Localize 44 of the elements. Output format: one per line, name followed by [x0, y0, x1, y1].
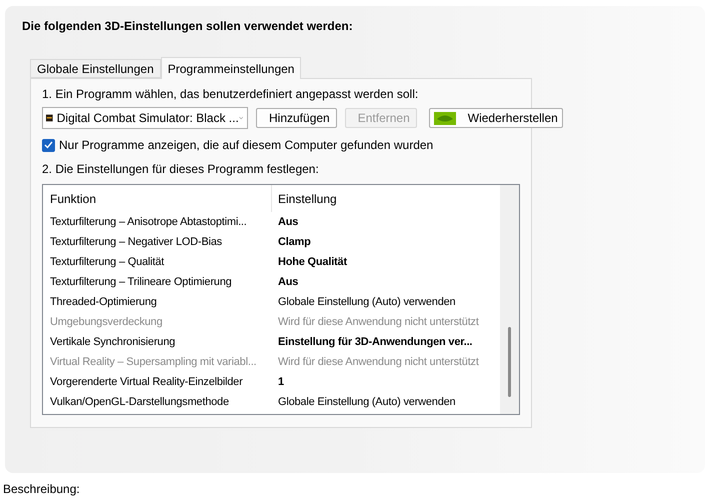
- step-label: 1. Ein Programm wählen, das benutzerdefiniert angepasst werden soll:: [42, 86, 420, 103]
- chevron-down-icon: [238, 115, 243, 121]
- column-header[interactable]: Funktion: [43, 185, 272, 212]
- column-header[interactable]: Einstellung: [272, 185, 500, 212]
- settings-row[interactable]: Vulkan/OpenGL-Darstellungsmethode Globale Einstellung (Auto) verwenden: [43, 392, 500, 412]
- table-cell-text: Virtual Reality – Supersampling mit variabl...: [49, 354, 258, 370]
- step-label: 2. Die Einstellungen für dieses Programm festlegen:: [42, 161, 320, 178]
- program-dropdown[interactable]: Digital Combat Simulator: Black ...: [42, 107, 248, 129]
- table-cell-text: Hohe Qualität: [277, 254, 348, 270]
- table-cell-text: Aus: [277, 214, 300, 230]
- description-label: Beschreibung:: [3, 481, 80, 498]
- section-heading: Die folgenden 3D-Einstellungen sollen verwendet werden:: [22, 18, 354, 35]
- table-cell-text: Texturfilterung – Anisotrope Abtastoptimi...: [49, 214, 248, 230]
- checkbox-label: Nur Programme anzeigen, die auf diesem Computer gefunden wurden: [59, 137, 434, 154]
- table-cell-text: Texturfilterung – Negativer LOD-Bias: [49, 234, 223, 250]
- table-cell-text: Vulkan/OpenGL-Darstellungsmethode: [49, 394, 230, 410]
- scrollbar[interactable]: [500, 185, 519, 414]
- eye-logo-icon: [434, 112, 456, 124]
- action-button[interactable]: Hinzufügen: [256, 108, 337, 128]
- table-cell-text: Globale Einstellung (Auto) verwenden: [277, 294, 456, 310]
- table-cell-text: Wird für diese Anwendung nicht unterstützt: [277, 354, 480, 370]
- tab[interactable]: Programmeinstellungen: [160, 57, 302, 79]
- table-cell-text: 1: [277, 374, 285, 390]
- settings-row[interactable]: Vertikale Synchronisierung Einstellung für 3D-Anwendungen ver...: [43, 332, 500, 352]
- settings-row[interactable]: Threaded-Optimierung Globale Einstellung (Auto) verwenden: [43, 292, 500, 312]
- table-cell-text: Clamp: [277, 234, 312, 250]
- table-cell-text: Vorgerenderte Virtual Reality-Einzelbilder: [49, 374, 244, 390]
- tab[interactable]: Globale Einstellungen: [30, 59, 161, 78]
- table-cell-text: Umgebungsverdeckung: [49, 314, 164, 330]
- table-cell-text: Einstellung für 3D-Anwendungen ver...: [277, 334, 474, 350]
- table-cell-text: Texturfilterung – Trilineare Optimierung: [49, 274, 233, 290]
- settings-row[interactable]: Texturfilterung – Anisotrope Abtastoptimi... Aus: [43, 212, 500, 232]
- settings-row[interactable]: Texturfilterung – Negativer LOD-Bias Clamp: [43, 232, 500, 252]
- table-cell-text: Vertikale Synchronisierung: [49, 334, 176, 350]
- table-cell-text: Texturfilterung – Qualität: [49, 254, 166, 270]
- checkbox[interactable]: [42, 138, 55, 152]
- table-cell-text: Threaded-Optimierung: [49, 294, 158, 310]
- table-cell-text: Globale Einstellung (Auto) verwenden: [277, 394, 456, 410]
- table-cell-text: Aus: [277, 274, 300, 290]
- settings-row[interactable]: Texturfilterung – Qualität Hohe Qualität: [43, 252, 500, 272]
- settings-row[interactable]: Vorgerenderte Virtual Reality-Einzelbilder 1: [43, 372, 500, 392]
- table-cell-text: Wird für diese Anwendung nicht unterstützt: [277, 314, 480, 330]
- restore-button[interactable]: Wiederherstellen: [428, 108, 563, 128]
- settings-row[interactable]: Texturfilterung – Trilineare Optimierung Aus: [43, 272, 500, 292]
